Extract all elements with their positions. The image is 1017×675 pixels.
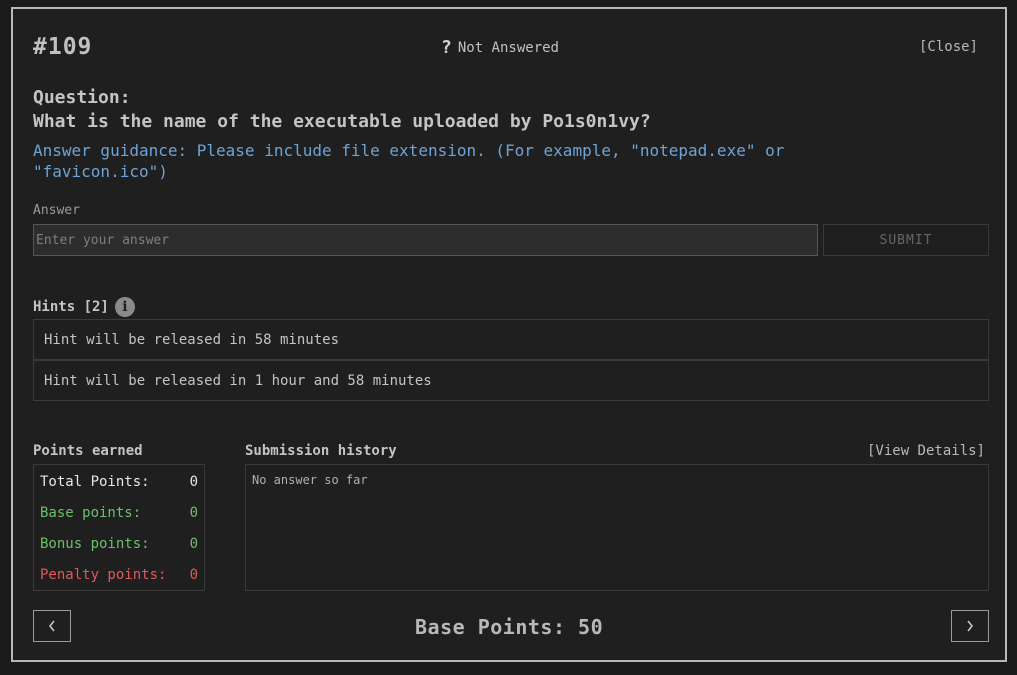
points-box: Total Points: 0 Base points: 0 Bonus poi… <box>33 464 205 591</box>
penalty-points-value: 0 <box>189 567 198 583</box>
next-question-button[interactable] <box>951 610 989 642</box>
view-details-link[interactable]: [View Details] <box>867 443 985 459</box>
hint-item[interactable]: Hint will be released in 58 minutes <box>33 319 989 360</box>
submission-empty-text: No answer so far <box>252 473 368 487</box>
chevron-right-icon <box>967 620 974 632</box>
base-points-total: Base Points: 50 <box>415 615 604 639</box>
previous-question-button[interactable] <box>33 610 71 642</box>
answer-input[interactable] <box>33 224 818 256</box>
base-points-row: Base points: 0 <box>40 505 198 521</box>
answer-guidance: Answer guidance: Please include file ext… <box>33 141 785 181</box>
question-mark-icon: ? <box>441 37 452 58</box>
hints-label: Hints [2] <box>33 299 109 315</box>
status-text: Not Answered <box>457 39 559 56</box>
base-points-value: 0 <box>189 505 198 521</box>
bonus-points-label: Bonus points: <box>40 536 150 552</box>
answer-label: Answer <box>33 203 80 218</box>
penalty-points-row: Penalty points: 0 <box>40 567 198 583</box>
penalty-points-label: Penalty points: <box>40 567 167 583</box>
hints-header: Hints [2] i <box>33 297 135 317</box>
total-points-value: 0 <box>189 474 198 490</box>
chevron-left-icon <box>48 620 55 632</box>
base-points-label: Base points: <box>40 505 142 521</box>
question-label: Question: <box>33 87 131 108</box>
bonus-points-value: 0 <box>189 536 198 552</box>
answer-status: ? Not Answered <box>441 37 559 58</box>
hint-item[interactable]: Hint will be released in 1 hour and 58 m… <box>33 360 989 401</box>
submit-button[interactable]: SUBMIT <box>823 224 989 256</box>
bonus-points-row: Bonus points: 0 <box>40 536 198 552</box>
submission-history-box: No answer so far <box>245 464 989 591</box>
submission-history-label: Submission history <box>245 443 397 459</box>
total-points-row: Total Points: 0 <box>40 474 198 490</box>
close-button[interactable]: [Close] <box>919 39 978 55</box>
question-number: #109 <box>33 34 93 60</box>
total-points-label: Total Points: <box>40 474 150 490</box>
question-modal: #109 ? Not Answered [Close] Question: Wh… <box>11 7 1007 662</box>
question-text: What is the name of the executable uploa… <box>33 111 651 132</box>
info-icon[interactable]: i <box>114 297 135 317</box>
points-earned-label: Points earned <box>33 443 143 459</box>
